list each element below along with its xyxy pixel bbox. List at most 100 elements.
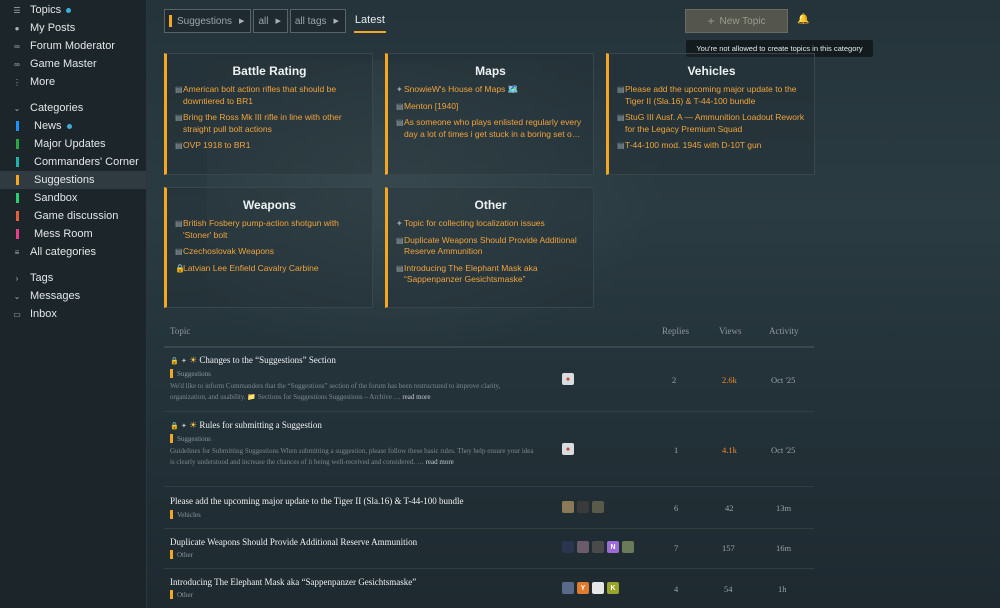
topic-title[interactable]: Please add the upcoming major update to … <box>170 496 463 506</box>
topic-category[interactable]: Vehicles <box>170 510 201 519</box>
topic-excerpt: Guidelines for Submitting Suggestions Wh… <box>170 446 535 468</box>
list-icon: ≡ <box>14 247 20 257</box>
avatar[interactable]: ♠ <box>562 373 574 385</box>
read-more-link[interactable]: read more <box>402 393 430 401</box>
topic-link[interactable]: Introducing The Elephant Mask aka “Sappe… <box>404 263 585 286</box>
table-row[interactable]: Introducing The Elephant Mask aka “Sappe… <box>164 570 814 608</box>
category-color-badge <box>16 157 19 167</box>
sidebar-item-suggestions[interactable]: Suggestions <box>0 171 146 189</box>
avatar[interactable] <box>592 541 604 553</box>
list-item: 🔒 Latvian Lee Enfield Cavalry Carbine <box>167 263 372 275</box>
topic-link[interactable]: SnowieW's House of Maps 🗺️ <box>404 84 518 96</box>
sidebar-item-inbox[interactable]: ▭ Inbox <box>0 305 146 323</box>
sidebar-item-label: Topics <box>30 4 62 16</box>
topic-link[interactable]: Menton [1940] <box>404 101 458 113</box>
sidebar-item-all-categories[interactable]: ≡ All categories <box>0 243 146 261</box>
tags-dropdown[interactable]: all tags ▶ <box>289 9 346 33</box>
category-dropdown[interactable]: Suggestions ▶ <box>164 9 252 33</box>
avatar[interactable] <box>562 582 574 594</box>
column-header-activity[interactable]: Activity <box>769 326 799 336</box>
sidebar-item-game-master[interactable]: ∞ Game Master <box>0 55 146 73</box>
activity-time[interactable]: 1h <box>778 584 787 594</box>
tab-latest[interactable]: Latest <box>353 9 386 33</box>
column-header-replies[interactable]: Replies <box>662 326 689 336</box>
avatar[interactable]: K <box>607 582 619 594</box>
avatar[interactable] <box>562 541 574 553</box>
topic-link[interactable]: As someone who plays enlisted regularly … <box>404 117 585 140</box>
topic-title[interactable]: 🔒 ✦ ☀ Rules for submitting a Suggestion <box>170 420 322 431</box>
topic-category-label: Other <box>177 550 193 559</box>
messages-section-toggle[interactable]: ⌄ Messages <box>0 287 146 305</box>
topic-link[interactable]: T-44-100 mod. 1945 with D-10T gun <box>625 140 761 152</box>
topic-link[interactable]: Bring the Ross Mk III rifle in line with… <box>183 112 364 135</box>
topic-category-label: Suggestions <box>177 434 211 443</box>
sidebar-item-more[interactable]: ⋮ More <box>0 73 146 91</box>
avatar[interactable] <box>577 541 589 553</box>
topic-title[interactable]: 🔒 ✦ ☀ Changes to the “Suggestions” Secti… <box>170 355 336 366</box>
topic-link[interactable]: Latvian Lee Enfield Cavalry Carbine <box>183 263 319 275</box>
category-box-title[interactable]: Battle Rating <box>167 64 372 78</box>
topic-category[interactable]: Other <box>170 590 193 599</box>
sidebar-item-news[interactable]: News <box>0 117 146 135</box>
avatar[interactable] <box>592 501 604 513</box>
activity-time[interactable]: 16m <box>776 543 791 553</box>
topic-link[interactable]: Please add the upcoming major update to … <box>625 84 806 107</box>
avatar[interactable] <box>562 501 574 513</box>
avatar[interactable]: ♠ <box>562 443 574 455</box>
sidebar-item-sandbox[interactable]: Sandbox <box>0 189 146 207</box>
topic-link[interactable]: Czechoslovak Weapons <box>183 246 274 258</box>
categories-section-toggle[interactable]: ⌄ Categories <box>0 99 146 117</box>
topic-category[interactable]: Other <box>170 550 193 559</box>
category-box-title[interactable]: Weapons <box>167 198 372 212</box>
table-row[interactable]: Please add the upcoming major update to … <box>164 488 814 529</box>
read-more-link[interactable]: read more <box>426 458 454 466</box>
topic-category[interactable]: Suggestions <box>170 434 211 443</box>
sidebar-item-forum-moderator[interactable]: ∞ Forum Moderator <box>0 37 146 55</box>
new-topic-label: New Topic <box>719 15 766 27</box>
topic-excerpt-text: We'd like to inform Commanders that the … <box>170 382 501 401</box>
sidebar-item-topics[interactable]: ☰ Topics <box>0 1 146 19</box>
avatar[interactable] <box>622 541 634 553</box>
topic-link[interactable]: British Fosbery pump-action shotgun with… <box>183 218 364 241</box>
topic-title[interactable]: Introducing The Elephant Mask aka “Sappe… <box>170 577 416 587</box>
subcategory-dropdown[interactable]: all ▶ <box>253 9 288 33</box>
activity-time[interactable]: 13m <box>776 503 791 513</box>
avatar[interactable] <box>577 501 589 513</box>
topic-link[interactable]: StuG III Ausf. A — Ammunition Loadout Re… <box>625 112 806 135</box>
lock-icon: 🔒 <box>175 263 185 273</box>
activity-time[interactable]: Oct '25 <box>771 445 795 455</box>
avatar[interactable]: N <box>607 541 619 553</box>
topic-title[interactable]: Duplicate Weapons Should Provide Additio… <box>170 537 417 547</box>
topic-category[interactable]: Suggestions <box>170 369 211 378</box>
pin-icon: ✦ <box>396 219 403 228</box>
category-box-title[interactable]: Other <box>388 198 593 212</box>
list-item: ✦ SnowieW's House of Maps 🗺️ <box>388 84 593 96</box>
bell-icon[interactable]: 🔔 <box>797 14 809 25</box>
table-row[interactable]: Duplicate Weapons Should Provide Additio… <box>164 530 814 569</box>
column-header-views[interactable]: Views <box>719 326 741 336</box>
sidebar-item-game-discussion[interactable]: Game discussion <box>0 207 146 225</box>
table-row[interactable]: 🔒 ✦ ☀ Rules for submitting a Suggestion … <box>164 413 814 487</box>
category-box-title[interactable]: Vehicles <box>609 64 814 78</box>
topic-link[interactable]: Topic for collecting localization issues <box>404 218 545 230</box>
sidebar-item-commanders-corner[interactable]: Commanders' Corner <box>0 153 146 171</box>
category-box-title[interactable]: Maps <box>388 64 593 78</box>
new-topic-button[interactable]: + New Topic <box>685 9 788 33</box>
tags-section-toggle[interactable]: › Tags <box>0 269 146 287</box>
avatar[interactable] <box>592 582 604 594</box>
topic-link[interactable]: Duplicate Weapons Should Provide Additio… <box>404 235 585 258</box>
activity-time[interactable]: Oct '25 <box>771 375 795 385</box>
column-header-topic[interactable]: Topic <box>170 326 190 336</box>
topic-title-text: Changes to the “Suggestions” Section <box>199 355 336 365</box>
sidebar-item-major-updates[interactable]: Major Updates <box>0 135 146 153</box>
list-item: ✦ Topic for collecting localization issue… <box>388 218 593 230</box>
table-row[interactable]: 🔒 ✦ ☀ Changes to the “Suggestions” Secti… <box>164 348 814 412</box>
category-box-weapons: Weapons ▤ British Fosbery pump-action sho… <box>164 187 373 308</box>
sidebar-item-my-posts[interactable]: ● My Posts <box>0 19 146 37</box>
doc-icon: ▤ <box>617 113 625 122</box>
topic-link[interactable]: OVP 1918 to BR1 <box>183 140 250 152</box>
topic-link[interactable]: American bolt action rifles that should … <box>183 84 364 107</box>
avatar[interactable]: Y <box>577 582 589 594</box>
plus-icon: + <box>707 14 715 28</box>
sidebar-item-mess-room[interactable]: Mess Room <box>0 225 146 243</box>
